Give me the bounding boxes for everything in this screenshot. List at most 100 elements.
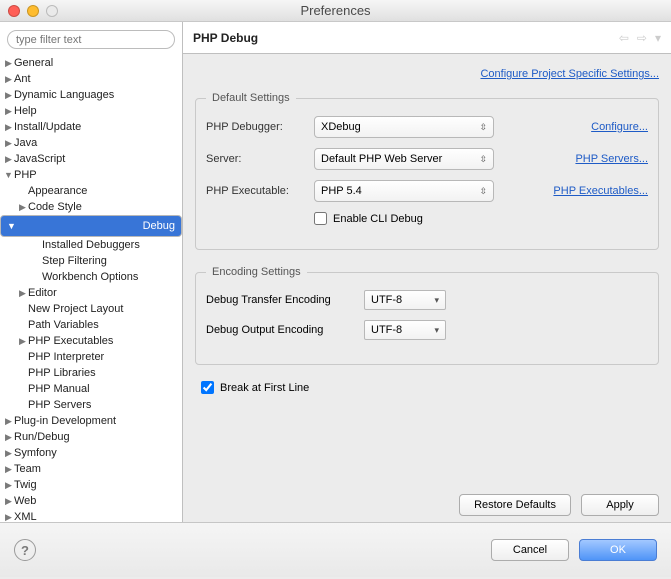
tree-item-label: Code Style (27, 201, 82, 213)
tree-item-label: General (13, 57, 53, 69)
page-title: PHP Debug (193, 31, 258, 45)
back-icon[interactable]: ⇦ (619, 31, 629, 45)
filter-input[interactable] (7, 30, 175, 49)
tree-item[interactable]: ▶Twig (0, 477, 182, 493)
configure-link[interactable]: Configure... (591, 121, 648, 133)
tree-item[interactable]: ▶Editor (0, 285, 182, 301)
transfer-encoding-label: Debug Transfer Encoding (206, 294, 356, 306)
tree-item-label: Twig (13, 479, 37, 491)
tree-item[interactable]: ▶Dynamic Languages (0, 87, 182, 103)
tree-item[interactable]: Step Filtering (0, 253, 182, 269)
tree-item-label: Team (13, 463, 41, 475)
debugger-select[interactable]: XDebug⇳ (314, 116, 494, 138)
chevron-right-icon: ▶ (4, 58, 13, 69)
forward-icon[interactable]: ⇨ (637, 31, 647, 45)
window-title: Preferences (0, 3, 671, 18)
tree-item[interactable]: PHP Interpreter (0, 349, 182, 365)
tree-item-label: Step Filtering (41, 255, 107, 267)
chevron-right-icon: ▶ (4, 448, 13, 459)
tree-item[interactable]: ▶Plug-in Development (0, 413, 182, 429)
apply-button[interactable]: Apply (581, 494, 659, 516)
tree-item[interactable]: ▶PHP Executables (0, 333, 182, 349)
tree-item-label: Install/Update (13, 121, 81, 133)
tree-item[interactable]: PHP Servers (0, 397, 182, 413)
chevron-right-icon: ▶ (4, 464, 13, 475)
tree-item[interactable]: ▼ Debug (0, 215, 182, 237)
tree-item[interactable]: ▶Help (0, 103, 182, 119)
tree-item-label: PHP Manual (27, 383, 90, 395)
chevron-right-icon: ▶ (18, 288, 27, 299)
default-settings-group: Default Settings PHP Debugger: XDebug⇳ C… (195, 92, 659, 250)
tree-item[interactable]: PHP Manual (0, 381, 182, 397)
minimize-icon[interactable] (27, 5, 39, 17)
chevron-right-icon: ▶ (4, 416, 13, 427)
project-settings-link[interactable]: Configure Project Specific Settings... (480, 68, 659, 80)
tree-item[interactable]: ▶General (0, 55, 182, 71)
group-legend: Encoding Settings (206, 266, 307, 278)
tree-item[interactable]: ▶Run/Debug (0, 429, 182, 445)
tree-item[interactable]: ▶Ant (0, 71, 182, 87)
tree-item-label: Installed Debuggers (41, 239, 140, 251)
chevron-right-icon: ▶ (4, 154, 13, 165)
chevron-right-icon: ▶ (4, 122, 13, 133)
cancel-button[interactable]: Cancel (491, 539, 569, 561)
tree-item[interactable]: New Project Layout (0, 301, 182, 317)
nav-arrows: ⇦ ⇨ ▾ (619, 31, 661, 45)
chevron-right-icon: ▶ (4, 106, 13, 117)
chevron-right-icon: ▶ (4, 512, 13, 523)
tree-item[interactable]: ▶Symfony (0, 445, 182, 461)
executable-select[interactable]: PHP 5.4⇳ (314, 180, 494, 202)
tree-item-label: Symfony (13, 447, 57, 459)
tree-item[interactable]: ▶Code Style (0, 199, 182, 215)
tree-item-label: New Project Layout (27, 303, 123, 315)
tree-item[interactable]: Workbench Options (0, 269, 182, 285)
tree-item-label: Run/Debug (13, 431, 70, 443)
tree-item-label: XML (13, 511, 37, 522)
tree-item-label: PHP Libraries (27, 367, 96, 379)
tree-item[interactable]: PHP Libraries (0, 365, 182, 381)
chevron-down-icon: ▼ (7, 221, 16, 231)
footer: ? Cancel OK (0, 522, 671, 577)
tree-item[interactable]: Appearance (0, 183, 182, 199)
break-first-line-checkbox[interactable] (201, 381, 214, 394)
executable-label: PHP Executable: (206, 185, 306, 197)
tree-item[interactable]: Installed Debuggers (0, 237, 182, 253)
tree-item-label: Dynamic Languages (13, 89, 114, 101)
tree-item[interactable]: ▶XML (0, 509, 182, 522)
php-executables-link[interactable]: PHP Executables... (553, 185, 648, 197)
php-servers-link[interactable]: PHP Servers... (575, 153, 648, 165)
tree-item-label: Web (13, 495, 36, 507)
tree-item[interactable]: ▶Team (0, 461, 182, 477)
tree-item[interactable]: ▶Java (0, 135, 182, 151)
server-select[interactable]: Default PHP Web Server⇳ (314, 148, 494, 170)
menu-chevron-icon[interactable]: ▾ (655, 31, 661, 45)
server-label: Server: (206, 153, 306, 165)
tree-item-label: Ant (13, 73, 31, 85)
preferences-tree[interactable]: ▶General▶Ant▶Dynamic Languages▶Help▶Inst… (0, 55, 182, 522)
ok-button[interactable]: OK (579, 539, 657, 561)
tree-item[interactable]: Path Variables (0, 317, 182, 333)
tree-item[interactable]: ▶JavaScript (0, 151, 182, 167)
cli-debug-checkbox[interactable] (314, 212, 327, 225)
tree-item-label: PHP Interpreter (27, 351, 104, 363)
title-bar: Preferences (0, 0, 671, 22)
tree-item-label: Debug (142, 220, 175, 232)
transfer-encoding-select[interactable]: UTF-8▾ (364, 290, 446, 310)
close-icon[interactable] (8, 5, 20, 17)
output-encoding-select[interactable]: UTF-8▾ (364, 320, 446, 340)
tree-item[interactable]: ▶Web (0, 493, 182, 509)
break-first-line-label: Break at First Line (220, 382, 309, 394)
restore-defaults-button[interactable]: Restore Defaults (459, 494, 571, 516)
encoding-settings-group: Encoding Settings Debug Transfer Encodin… (195, 266, 659, 365)
tree-item[interactable]: ▶Install/Update (0, 119, 182, 135)
chevron-down-icon: ▼ (4, 170, 13, 180)
debugger-label: PHP Debugger: (206, 121, 306, 133)
tree-item[interactable]: ▼PHP (0, 167, 182, 183)
tree-item-label: Path Variables (27, 319, 99, 331)
help-icon[interactable]: ? (14, 539, 36, 561)
chevron-down-icon: ▾ (434, 295, 439, 306)
chevron-right-icon: ▶ (4, 74, 13, 85)
window-controls (8, 5, 58, 17)
chevron-right-icon: ▶ (4, 138, 13, 149)
tree-item-label: Plug-in Development (13, 415, 116, 427)
